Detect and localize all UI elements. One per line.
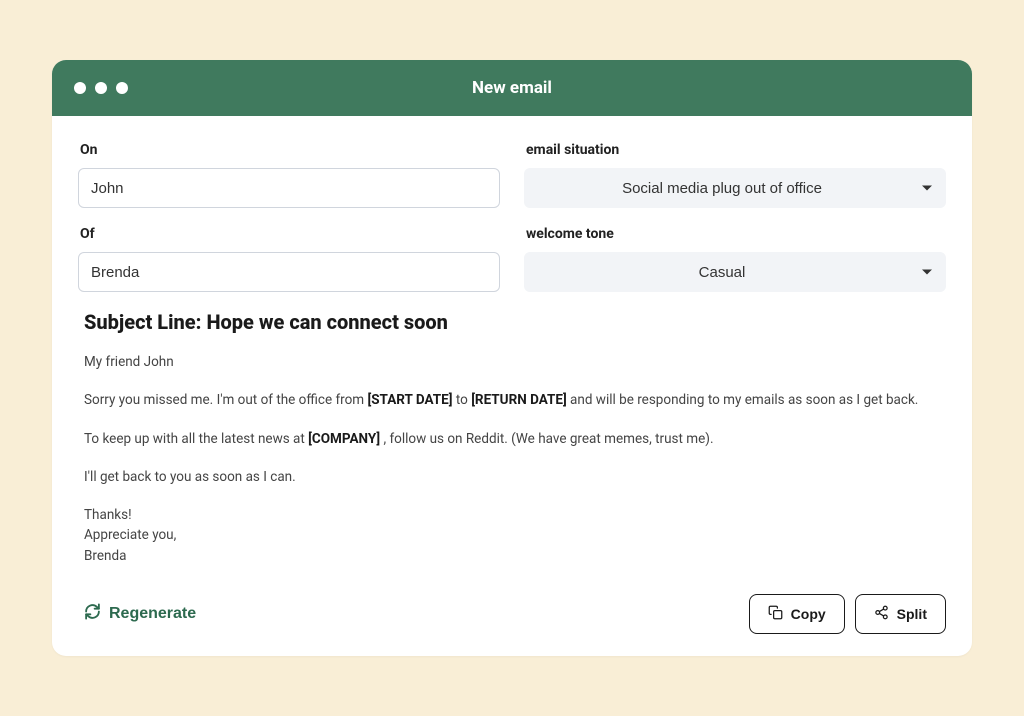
on-label: On (80, 142, 500, 158)
email-body: My friend John Sorry you missed me. I'm … (84, 352, 940, 566)
on-input[interactable] (78, 168, 500, 208)
placeholder-return-date: [RETURN DATE] (471, 392, 567, 408)
subject-text: Hope we can connect soon (206, 310, 447, 334)
regenerate-label: Regenerate (109, 605, 196, 623)
window-maximize-icon[interactable] (116, 82, 128, 94)
subject-prefix: Subject Line: (84, 310, 206, 334)
window-controls (74, 82, 128, 94)
tone-label: welcome tone (526, 226, 946, 242)
action-buttons: Copy Split (749, 594, 946, 634)
window-minimize-icon[interactable] (95, 82, 107, 94)
copy-button[interactable]: Copy (749, 594, 845, 634)
paragraph-social: To keep up with all the latest news at [… (84, 429, 940, 449)
placeholder-start-date: [START DATE] (368, 392, 453, 408)
situation-select[interactable]: Social media plug out of office (524, 168, 946, 208)
signoff-thanks: Thanks! (84, 505, 940, 525)
paragraph-ooo: Sorry you missed me. I'm out of the offi… (84, 390, 940, 410)
regenerate-button[interactable]: Regenerate (84, 599, 196, 629)
signoff-name: Brenda (84, 546, 940, 566)
email-composer-window: New email On email situation Social medi… (52, 60, 972, 656)
copy-label: Copy (791, 606, 826, 622)
subject-line: Subject Line: Hope we can connect soon (84, 310, 946, 334)
copy-icon (768, 605, 783, 623)
situation-label: email situation (526, 142, 946, 158)
content: On email situation Social media plug out… (52, 116, 972, 656)
placeholder-company: [COMPANY] (308, 431, 380, 447)
regenerate-icon (84, 603, 101, 625)
of-label: Of (80, 226, 500, 242)
signoff-appreciation: Appreciate you, (84, 525, 940, 545)
window-title: New email (472, 78, 552, 98)
of-input[interactable] (78, 252, 500, 292)
titlebar: New email (52, 60, 972, 116)
share-icon (874, 605, 889, 623)
paragraph-closing: I'll get back to you as soon as I can. (84, 467, 940, 487)
footer: Regenerate Copy (78, 594, 946, 634)
tone-select[interactable]: Casual (524, 252, 946, 292)
greeting: My friend John (84, 352, 940, 372)
split-button[interactable]: Split (855, 594, 946, 634)
window-close-icon[interactable] (74, 82, 86, 94)
split-label: Split (897, 606, 927, 622)
